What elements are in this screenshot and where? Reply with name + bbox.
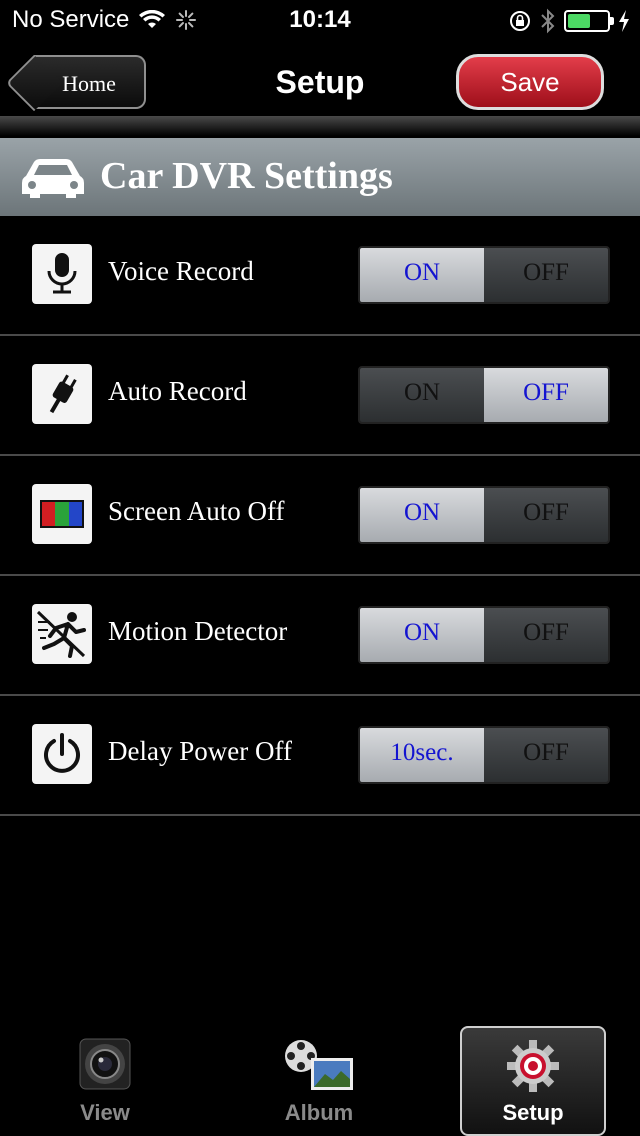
tab-bar: View Album Setup bbox=[0, 1020, 640, 1136]
setting-row-motion-detector: Motion Detector ON OFF bbox=[0, 576, 640, 696]
delay-power-off-off-option[interactable]: OFF bbox=[484, 728, 608, 782]
setting-label: Auto Record bbox=[108, 376, 247, 406]
bluetooth-icon bbox=[541, 8, 555, 34]
auto-record-toggle: ON OFF bbox=[358, 366, 610, 424]
setting-label: Motion Detector bbox=[108, 616, 288, 646]
car-icon bbox=[22, 159, 84, 198]
camera-lens-icon bbox=[79, 1038, 131, 1090]
tab-label: View bbox=[80, 1100, 130, 1125]
voice-record-toggle: ON OFF bbox=[358, 246, 610, 304]
rotation-lock-icon bbox=[510, 11, 530, 31]
auto-record-off-option[interactable]: OFF bbox=[484, 368, 608, 422]
microphone-icon bbox=[32, 244, 92, 304]
film-photo-icon bbox=[285, 1040, 353, 1090]
tab-setup[interactable]: Setup bbox=[460, 1026, 606, 1136]
voice-record-off-option[interactable]: OFF bbox=[484, 248, 608, 302]
tab-label: Setup bbox=[502, 1100, 564, 1125]
plug-icon bbox=[32, 364, 92, 424]
power-icon bbox=[32, 724, 92, 784]
setting-row-voice-record: Voice Record ON OFF bbox=[0, 216, 640, 336]
setting-label: Screen Auto Off bbox=[108, 496, 285, 526]
running-person-icon bbox=[32, 604, 92, 664]
setting-label: Voice Record bbox=[108, 256, 254, 286]
charging-bolt-icon bbox=[619, 10, 629, 32]
save-button[interactable]: Save bbox=[456, 54, 604, 110]
tab-view[interactable]: View bbox=[32, 1020, 178, 1136]
setting-label: Delay Power Off bbox=[108, 736, 292, 766]
tab-album[interactable]: Album bbox=[246, 1020, 392, 1136]
status-right bbox=[508, 8, 630, 34]
setting-row-delay-power-off: Delay Power Off 10sec. OFF bbox=[0, 696, 640, 816]
voice-record-on-option[interactable]: ON bbox=[360, 248, 484, 302]
gear-target-icon bbox=[507, 1040, 559, 1092]
color-bars-icon bbox=[32, 484, 92, 544]
battery-icon bbox=[564, 10, 614, 32]
screen-auto-off-off-option[interactable]: OFF bbox=[484, 488, 608, 542]
motion-detector-toggle: ON OFF bbox=[358, 606, 610, 664]
nav-divider bbox=[0, 116, 640, 136]
section-header: Car DVR Settings bbox=[0, 138, 640, 216]
motion-detector-on-option[interactable]: ON bbox=[360, 608, 484, 662]
setting-row-screen-auto-off: Screen Auto Off ON OFF bbox=[0, 456, 640, 576]
nav-bar: Home Setup Save bbox=[0, 40, 640, 120]
delay-power-off-10sec-option[interactable]: 10sec. bbox=[360, 728, 484, 782]
screen-auto-off-toggle: ON OFF bbox=[358, 486, 610, 544]
motion-detector-off-option[interactable]: OFF bbox=[484, 608, 608, 662]
screen-auto-off-on-option[interactable]: ON bbox=[360, 488, 484, 542]
delay-power-off-toggle: 10sec. OFF bbox=[358, 726, 610, 784]
auto-record-on-option[interactable]: ON bbox=[360, 368, 484, 422]
status-bar: No Service 10:14 bbox=[0, 0, 640, 40]
section-title: Car DVR Settings bbox=[100, 155, 393, 197]
setting-row-auto-record: Auto Record ON OFF bbox=[0, 336, 640, 456]
tab-label: Album bbox=[284, 1100, 354, 1125]
